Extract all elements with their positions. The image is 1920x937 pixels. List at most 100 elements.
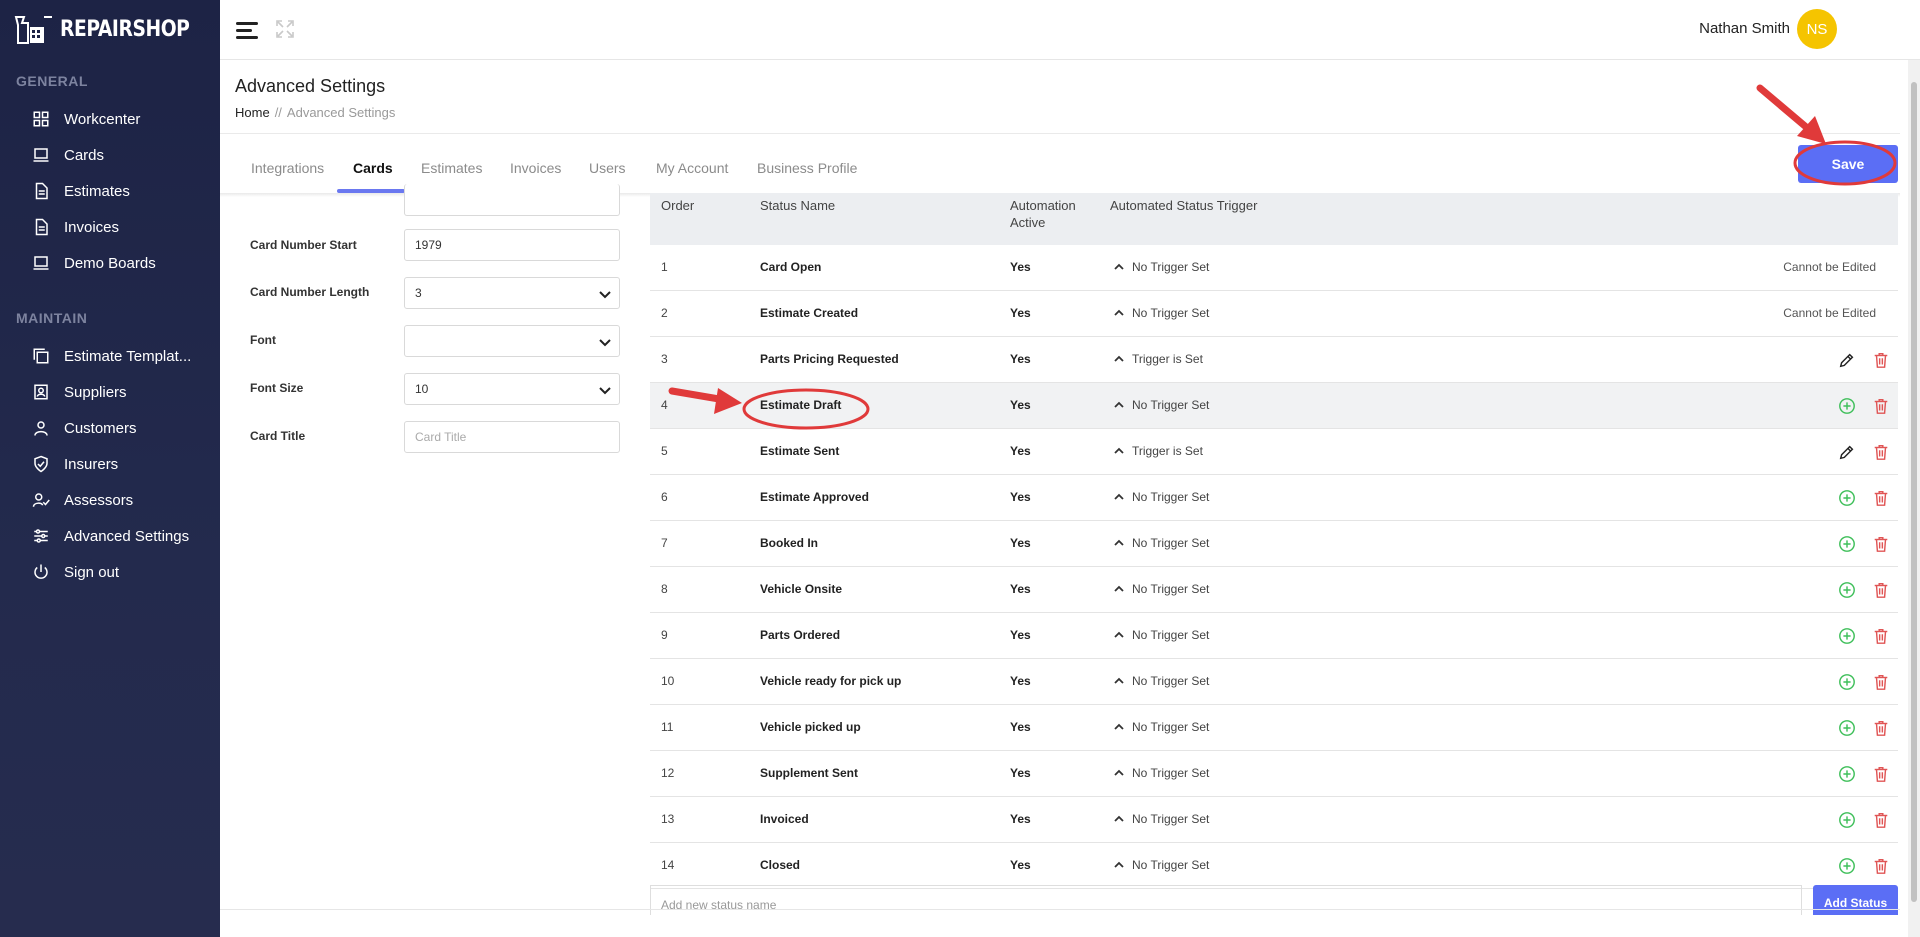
trash-icon[interactable] xyxy=(1872,351,1890,369)
table-row[interactable]: 9 Parts Ordered Yes No Trigger Set xyxy=(650,613,1898,659)
add-trigger-icon[interactable] xyxy=(1838,581,1856,599)
card-number-start-input[interactable]: 1979 xyxy=(404,229,620,261)
sidebar-item-label: Invoices xyxy=(64,218,120,236)
chevron-up-icon xyxy=(1114,723,1124,730)
tab-my-account[interactable]: My Account xyxy=(656,160,728,176)
add-trigger-icon[interactable] xyxy=(1838,673,1856,691)
trash-icon[interactable] xyxy=(1872,397,1890,415)
table-row[interactable]: 5 Estimate Sent Yes Trigger is Set xyxy=(650,429,1898,475)
row-trigger[interactable]: No Trigger Set xyxy=(1114,536,1209,550)
sidebar-item-insurers[interactable]: Insurers xyxy=(32,450,118,478)
row-trigger[interactable]: Trigger is Set xyxy=(1114,352,1203,366)
sidebar-item-suppliers[interactable]: Suppliers xyxy=(32,378,127,406)
table-row[interactable]: 3 Parts Pricing Requested Yes Trigger is Se… xyxy=(650,337,1898,383)
card-number-length-select[interactable]: 3 xyxy=(404,277,620,309)
row-trigger[interactable]: No Trigger Set xyxy=(1114,628,1209,642)
trash-icon[interactable] xyxy=(1872,581,1890,599)
sidebar-item-estimates[interactable]: Estimates xyxy=(32,177,130,205)
add-trigger-icon[interactable] xyxy=(1838,765,1856,783)
page-scrollbar[interactable] xyxy=(1908,60,1920,937)
table-row[interactable]: 4 Estimate Draft Yes No Trigger Set xyxy=(650,383,1898,429)
edit-icon[interactable] xyxy=(1838,351,1856,369)
table-row[interactable]: 10 Vehicle ready for pick up Yes No Trigger… xyxy=(650,659,1898,705)
tab-integrations[interactable]: Integrations xyxy=(251,160,324,176)
tab-cards[interactable]: Cards xyxy=(353,160,393,176)
add-trigger-icon[interactable] xyxy=(1838,857,1856,875)
breadcrumb-home[interactable]: Home xyxy=(235,105,270,120)
sidebar-item-workcenter[interactable]: Workcenter xyxy=(32,105,140,133)
row-trigger[interactable]: No Trigger Set xyxy=(1114,306,1209,320)
trash-icon[interactable] xyxy=(1872,673,1890,691)
sidebar-item-sign-out[interactable]: Sign out xyxy=(32,558,119,586)
add-trigger-icon[interactable] xyxy=(1838,489,1856,507)
sidebar: REPAIRSHOP GENERAL Workcenter Cards Esti… xyxy=(0,0,220,937)
row-trigger-text: No Trigger Set xyxy=(1132,398,1210,412)
row-order: 1 xyxy=(661,260,668,274)
row-trigger[interactable]: No Trigger Set xyxy=(1114,398,1209,412)
scrollbar-thumb[interactable] xyxy=(1911,82,1917,902)
fullscreen-icon[interactable] xyxy=(276,20,294,38)
table-row[interactable]: 2 Estimate Created Yes No Trigger Set Cannot… xyxy=(650,291,1898,337)
row-trigger[interactable]: No Trigger Set xyxy=(1114,674,1209,688)
save-button[interactable]: Save xyxy=(1798,145,1898,183)
page-title: Advanced Settings xyxy=(235,76,386,96)
tab-invoices[interactable]: Invoices xyxy=(510,160,561,176)
logo[interactable]: REPAIRSHOP xyxy=(14,12,212,46)
sidebar-item-customers[interactable]: Customers xyxy=(32,414,137,442)
card-title-input[interactable]: Card Title xyxy=(404,421,620,453)
trash-icon[interactable] xyxy=(1872,719,1890,737)
add-status-button[interactable]: Add Status xyxy=(1813,885,1898,915)
trash-icon[interactable] xyxy=(1872,489,1890,507)
tab-estimates[interactable]: Estimates xyxy=(421,160,482,176)
row-trigger[interactable]: No Trigger Set xyxy=(1114,858,1209,872)
copy-icon xyxy=(33,348,49,364)
new-status-input[interactable]: Add new status name xyxy=(650,885,1802,915)
table-row[interactable]: 7 Booked In Yes No Trigger Set xyxy=(650,521,1898,567)
trash-icon[interactable] xyxy=(1872,627,1890,645)
row-trigger[interactable]: No Trigger Set xyxy=(1114,812,1209,826)
trash-icon[interactable] xyxy=(1872,811,1890,829)
table-row[interactable]: 8 Vehicle Onsite Yes No Trigger Set xyxy=(650,567,1898,613)
trash-icon[interactable] xyxy=(1872,765,1890,783)
row-trigger[interactable]: No Trigger Set xyxy=(1114,582,1209,596)
chevron-up-icon xyxy=(1114,631,1124,638)
table-row[interactable]: 13 Invoiced Yes No Trigger Set xyxy=(650,797,1898,843)
partial-field[interactable] xyxy=(404,184,620,216)
edit-icon[interactable] xyxy=(1838,443,1856,461)
add-trigger-icon[interactable] xyxy=(1838,397,1856,415)
row-trigger[interactable]: No Trigger Set xyxy=(1114,766,1209,780)
row-trigger[interactable]: Trigger is Set xyxy=(1114,444,1203,458)
row-trigger[interactable]: No Trigger Set xyxy=(1114,490,1209,504)
user-name[interactable]: Nathan Smith xyxy=(1699,20,1790,37)
trash-icon[interactable] xyxy=(1872,857,1890,875)
sidebar-item-advanced-settings[interactable]: Advanced Settings xyxy=(32,522,189,550)
sidebar-item-demo-boards[interactable]: Demo Boards xyxy=(32,249,156,277)
sidebar-item-assessors[interactable]: Assessors xyxy=(32,486,133,514)
table-row[interactable]: 12 Supplement Sent Yes No Trigger Set xyxy=(650,751,1898,797)
font-size-select[interactable]: 10 xyxy=(404,373,620,405)
table-row[interactable]: 14 Closed Yes No Trigger Set xyxy=(650,843,1898,889)
table-row[interactable]: 11 Vehicle picked up Yes No Trigger Set xyxy=(650,705,1898,751)
sidebar-item-invoices[interactable]: Invoices xyxy=(32,213,119,241)
row-note: Cannot be Edited xyxy=(1783,260,1876,274)
trash-icon[interactable] xyxy=(1872,535,1890,553)
table-row[interactable]: 6 Estimate Approved Yes No Trigger Set xyxy=(650,475,1898,521)
avatar[interactable]: NS xyxy=(1797,9,1837,49)
add-trigger-icon[interactable] xyxy=(1838,627,1856,645)
trash-icon[interactable] xyxy=(1872,443,1890,461)
table-row[interactable]: 1 Card Open Yes No Trigger Set Cannot be Edi… xyxy=(650,245,1898,291)
add-trigger-icon[interactable] xyxy=(1838,535,1856,553)
sidebar-item-cards[interactable]: Cards xyxy=(32,141,104,169)
tab-business-profile[interactable]: Business Profile xyxy=(757,160,857,176)
sidebar-item-label: Demo Boards xyxy=(64,254,156,272)
add-trigger-icon[interactable] xyxy=(1838,719,1856,737)
font-select[interactable] xyxy=(404,325,620,357)
tab-users[interactable]: Users xyxy=(589,160,626,176)
chevron-down-icon xyxy=(599,291,611,299)
row-trigger[interactable]: No Trigger Set xyxy=(1114,720,1209,734)
row-trigger[interactable]: No Trigger Set xyxy=(1114,260,1209,274)
add-trigger-icon[interactable] xyxy=(1838,811,1856,829)
menu-toggle-icon[interactable] xyxy=(236,20,260,40)
row-status-name: Booked In xyxy=(760,536,819,550)
sidebar-item-estimate-templates[interactable]: Estimate Templat... xyxy=(32,342,191,370)
